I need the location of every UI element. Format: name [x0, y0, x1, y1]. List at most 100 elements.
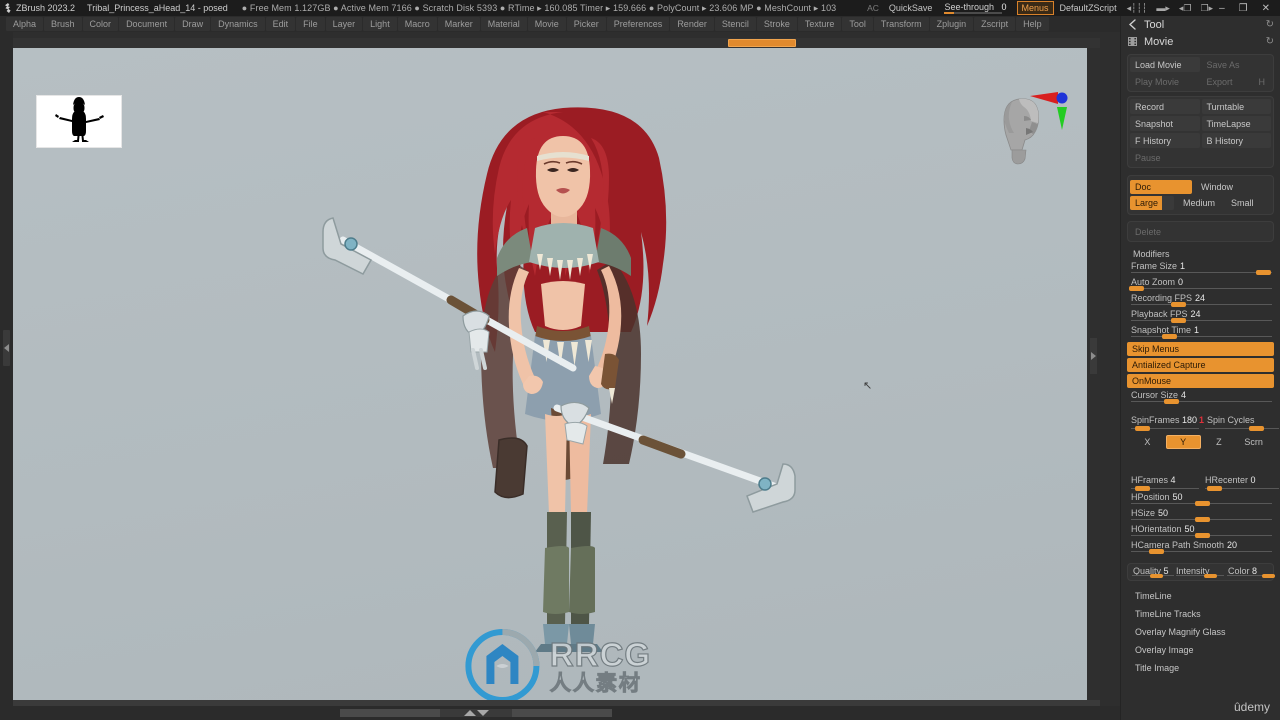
scroll-thumb-right[interactable]	[512, 709, 612, 717]
doc-button[interactable]: Doc	[1130, 180, 1192, 194]
axis-y-button[interactable]: Y	[1165, 434, 1201, 449]
skip-menus-toggle[interactable]: Skip Menus	[1127, 342, 1274, 356]
turntable-button[interactable]: Turntable	[1201, 99, 1271, 114]
menus-toggle-button[interactable]: Menus	[1016, 1, 1054, 15]
export-button[interactable]: Export H	[1202, 74, 1272, 89]
playback-fps-knob[interactable]	[1171, 318, 1187, 323]
navigation-gizmo[interactable]	[986, 80, 1082, 170]
snapshot-time-knob[interactable]	[1162, 334, 1178, 339]
left-rail-expand-icon[interactable]	[3, 330, 10, 366]
scroll-right-icon[interactable]: ▬▸	[1156, 3, 1170, 14]
menu-item-marker[interactable]: Marker	[437, 17, 480, 31]
f-history-button[interactable]: F History	[1130, 133, 1200, 148]
hframes-knob[interactable]	[1135, 486, 1150, 491]
menu-item-edit[interactable]: Edit	[265, 17, 296, 31]
menu-item-brush[interactable]: Brush	[44, 17, 82, 31]
section-overlay-image[interactable]: Overlay Image	[1121, 641, 1280, 659]
menu-item-dynamics[interactable]: Dynamics	[211, 17, 265, 31]
horientation-knob[interactable]	[1194, 533, 1210, 538]
refresh-icon[interactable]: ↻	[1266, 36, 1274, 47]
caret-up-icon[interactable]	[463, 710, 476, 716]
intensity-knob[interactable]	[1204, 574, 1217, 578]
menu-item-stroke[interactable]: Stroke	[756, 17, 797, 31]
snapshot-button[interactable]: Snapshot	[1130, 116, 1200, 131]
hrecenter-knob[interactable]	[1207, 486, 1222, 491]
movie-palette-header[interactable]: Movie ↻	[1121, 33, 1280, 50]
large-button[interactable]: Large	[1130, 196, 1174, 210]
horientation-slider[interactable]: HOrientation 50	[1127, 524, 1274, 539]
canvas-active-tab[interactable]	[728, 39, 796, 47]
menu-item-render[interactable]: Render	[670, 17, 714, 31]
window-button[interactable]: Window	[1196, 180, 1258, 194]
refresh-icon[interactable]: ↻	[1266, 19, 1274, 30]
menu-item-light[interactable]: Light	[363, 17, 397, 31]
cursor-size-slider[interactable]: Cursor Size 4	[1127, 390, 1274, 405]
onmouse-toggle[interactable]: OnMouse	[1127, 374, 1274, 388]
menu-item-transform[interactable]: Transform	[873, 17, 929, 31]
menu-item-stencil[interactable]: Stencil	[714, 17, 756, 31]
quicksave-button[interactable]: QuickSave	[889, 3, 933, 13]
caret-down-icon[interactable]	[476, 710, 489, 716]
see-through-slider[interactable]: See-through 0	[944, 2, 1007, 14]
maximize-button[interactable]: ❐	[1239, 3, 1248, 14]
viewport-canvas[interactable]: RRCG 人人素材 ↖	[13, 48, 1100, 700]
section-timeline[interactable]: TimeLine	[1121, 587, 1280, 605]
medium-button[interactable]: Medium	[1178, 196, 1222, 210]
menu-item-help[interactable]: Help	[1016, 17, 1049, 31]
hcamera-path-smooth-slider[interactable]: HCamera Path Smooth 20	[1127, 540, 1274, 555]
snapshot-time-slider[interactable]: Snapshot Time 1	[1127, 325, 1274, 340]
scroll-left-icon[interactable]: ◂┆┆┆	[1127, 3, 1148, 14]
menu-item-color[interactable]: Color	[82, 17, 119, 31]
spin-cycles-knob[interactable]	[1249, 426, 1264, 431]
menu-item-zscript[interactable]: Zscript	[974, 17, 1016, 31]
frame-size-slider[interactable]: Frame Size 1	[1127, 261, 1274, 276]
minimize-button[interactable]: –	[1219, 3, 1225, 14]
spin-frames-knob[interactable]	[1135, 426, 1150, 431]
restore-left-icon[interactable]: ◂❐	[1179, 3, 1192, 14]
hcamera-path-smooth-knob[interactable]	[1149, 549, 1165, 554]
pause-button[interactable]: Pause	[1130, 150, 1271, 165]
menu-item-file[interactable]: File	[296, 17, 325, 31]
tool-palette-header[interactable]: Tool ↻	[1121, 16, 1280, 33]
restore-right-icon[interactable]: ❐▸	[1200, 3, 1213, 14]
hposition-slider[interactable]: HPosition 50	[1127, 492, 1274, 507]
axis-x-button[interactable]: X	[1131, 435, 1164, 449]
horizontal-scrollbar[interactable]	[340, 709, 612, 717]
b-history-button[interactable]: B History	[1201, 133, 1271, 148]
menu-item-texture[interactable]: Texture	[797, 17, 842, 31]
section-timeline-tracks[interactable]: TimeLine Tracks	[1121, 605, 1280, 623]
zscript-label[interactable]: DefaultZScript	[1060, 3, 1117, 13]
play-movie-button[interactable]: Play Movie	[1130, 74, 1200, 89]
scroll-caret-icons[interactable]	[446, 709, 506, 717]
menu-item-tool[interactable]: Tool	[842, 17, 873, 31]
menu-item-alpha[interactable]: Alpha	[6, 17, 44, 31]
hframes-hrecenter-row[interactable]: HFrames 4 HRecenter 0	[1127, 475, 1279, 492]
save-as-button[interactable]: Save As	[1202, 57, 1272, 72]
section-overlay-magnify-glass[interactable]: Overlay Magnify Glass	[1121, 623, 1280, 641]
record-button[interactable]: Record	[1130, 99, 1200, 114]
auto-zoom-slider[interactable]: Auto Zoom 0	[1127, 277, 1274, 292]
menu-item-zplugin[interactable]: Zplugin	[929, 17, 974, 31]
right-rail-expand-icon[interactable]	[1090, 338, 1097, 374]
timelapse-button[interactable]: TimeLapse	[1201, 116, 1271, 131]
playback-fps-slider[interactable]: Playback FPS 24	[1127, 309, 1274, 324]
document-thumbnail[interactable]	[36, 95, 122, 148]
menu-item-document[interactable]: Document	[119, 17, 175, 31]
menu-item-macro[interactable]: Macro	[397, 17, 437, 31]
frame-size-knob[interactable]	[1256, 270, 1272, 275]
small-button[interactable]: Small	[1226, 196, 1264, 210]
recording-fps-slider[interactable]: Recording FPS 24	[1127, 293, 1274, 308]
menu-item-layer[interactable]: Layer	[325, 17, 363, 31]
menu-item-picker[interactable]: Picker	[566, 17, 606, 31]
menu-item-draw[interactable]: Draw	[175, 17, 211, 31]
hsize-knob[interactable]	[1194, 517, 1210, 522]
hposition-knob[interactable]	[1194, 501, 1210, 506]
scroll-thumb-left[interactable]	[340, 709, 440, 717]
spin-frames-row[interactable]: SpinFrames 180 1 Spin Cycles	[1127, 415, 1279, 431]
menu-item-material[interactable]: Material	[480, 17, 527, 31]
close-button[interactable]: ✕	[1262, 3, 1270, 14]
axis-z-button[interactable]: Z	[1203, 435, 1236, 449]
recording-fps-knob[interactable]	[1171, 302, 1187, 307]
load-movie-button[interactable]: Load Movie	[1130, 57, 1200, 72]
color-knob[interactable]	[1262, 574, 1275, 578]
